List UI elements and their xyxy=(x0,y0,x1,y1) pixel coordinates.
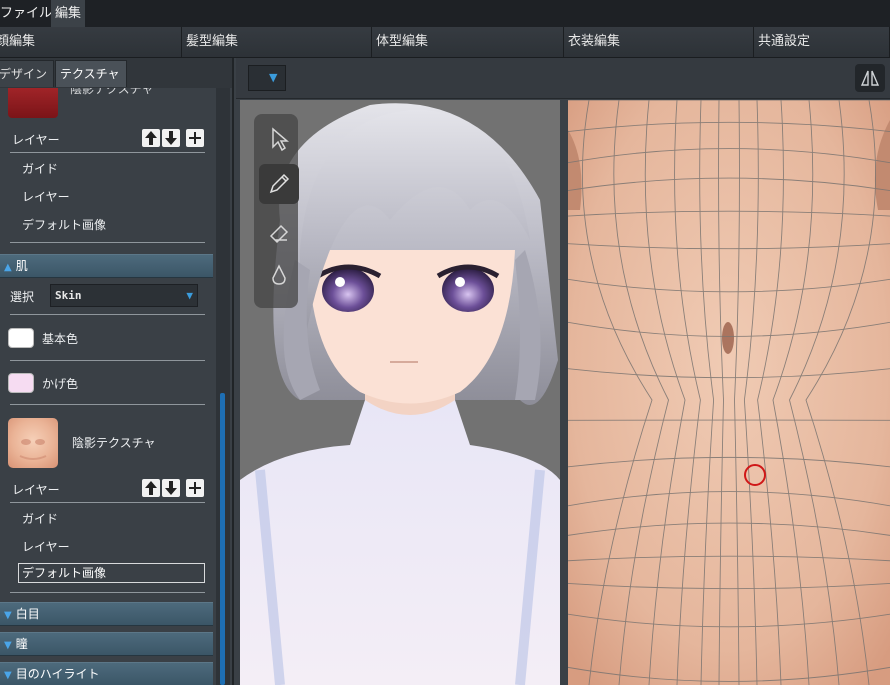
plus-icon[interactable] xyxy=(186,479,204,497)
section-pupil[interactable]: ▼ 瞳 xyxy=(0,632,213,656)
mirror-symmetry-icon[interactable] xyxy=(855,64,885,92)
eraser-icon[interactable] xyxy=(259,212,299,252)
layer-label-top: レイヤー xyxy=(12,133,60,147)
menu-bar: ファイル 編集 xyxy=(0,0,890,27)
select-arrow-icon[interactable] xyxy=(259,119,299,159)
tab-face-edit[interactable]: 顔編集 xyxy=(0,27,182,57)
layer-item-layer-top[interactable]: レイヤー xyxy=(22,188,70,205)
tab-design[interactable]: デザイン xyxy=(0,60,54,87)
menu-edit[interactable]: 編集 xyxy=(51,0,86,27)
base-color-label: 基本色 xyxy=(42,332,79,346)
menu-file[interactable]: ファイル xyxy=(0,0,56,27)
layer-item-guide[interactable]: ガイド xyxy=(22,510,58,527)
section-white-eye[interactable]: ▼ 白目 xyxy=(0,602,213,626)
arrow-up-icon[interactable] xyxy=(142,129,160,147)
arrow-down-icon[interactable] xyxy=(162,479,180,497)
section-eye-highlight-label: 目のハイライト xyxy=(15,667,100,681)
viewport-toolbar: ▼ xyxy=(236,58,890,99)
uv-texture-canvas[interactable] xyxy=(568,100,890,685)
arrow-down-icon[interactable] xyxy=(162,129,180,147)
shading-texture-label: 陰影テクスチャ xyxy=(72,436,156,450)
drawing-tools-palette xyxy=(254,114,299,308)
top-texture-label: 陰影テクスチャ xyxy=(70,88,154,96)
chevron-down-icon: ▼ xyxy=(269,71,278,84)
skin-select[interactable]: Skin ▼ xyxy=(50,284,198,307)
layer-item-guide-top[interactable]: ガイド xyxy=(22,160,58,177)
layer-item-default-top[interactable]: デフォルト画像 xyxy=(22,216,106,233)
scrollbar-thumb[interactable] xyxy=(220,393,225,685)
shading-texture-thumbnail[interactable] xyxy=(8,88,58,118)
uv-mesh-wireframe xyxy=(568,100,890,685)
section-skin[interactable]: ▲ 肌 xyxy=(0,254,213,278)
collapse-icon: ▼ xyxy=(4,610,12,621)
sub-tab-bar: デザイン テクスチャ xyxy=(0,58,232,88)
chevron-down-icon: ▼ xyxy=(186,289,193,302)
eyedropper-icon[interactable] xyxy=(259,256,299,296)
section-pupil-label: 瞳 xyxy=(15,637,28,651)
arrow-up-icon[interactable] xyxy=(142,479,160,497)
pen-icon[interactable] xyxy=(259,164,299,204)
view-mode-dropdown[interactable]: ▼ xyxy=(248,65,286,91)
model-viewport[interactable] xyxy=(240,100,560,685)
panel-scrollbar[interactable] xyxy=(216,88,230,685)
collapse-icon: ▼ xyxy=(4,670,12,681)
layer-label: レイヤー xyxy=(12,483,60,497)
select-label: 選択 xyxy=(10,290,35,304)
texture-scroll-pane: 陰影テクスチャ レイヤー ガイド レイヤー デフォルト画像 ▲ 肌 選択 Skin… xyxy=(0,88,216,685)
collapse-icon: ▼ xyxy=(4,640,12,651)
default-image-input[interactable]: デフォルト画像 xyxy=(18,563,205,583)
shading-texture-thumbnail-skin[interactable] xyxy=(8,418,58,468)
expand-icon: ▲ xyxy=(4,262,12,273)
section-eye-highlight[interactable]: ▼ 目のハイライト xyxy=(0,662,213,685)
tab-common-settings[interactable]: 共通設定 xyxy=(754,27,890,57)
base-color-swatch[interactable] xyxy=(8,328,34,348)
layer-item-layer[interactable]: レイヤー xyxy=(22,538,70,555)
pane-divider[interactable] xyxy=(560,100,568,685)
tab-texture[interactable]: テクスチャ xyxy=(55,60,127,87)
skin-select-value: Skin xyxy=(55,289,82,302)
shadow-color-swatch[interactable] xyxy=(8,373,34,393)
main-tab-bar: 顔編集 髪型編集 体型編集 衣装編集 共通設定 xyxy=(0,27,890,58)
tab-hair-edit[interactable]: 髪型編集 xyxy=(182,27,372,57)
section-white-eye-label: 白目 xyxy=(15,607,40,621)
shadow-color-label: かげ色 xyxy=(42,377,79,391)
texture-panel: デザイン テクスチャ 陰影テクスチャ レイヤー ガイド レイヤー デフォルト画像… xyxy=(0,58,234,685)
tab-costume-edit[interactable]: 衣装編集 xyxy=(564,27,754,57)
tab-body-edit[interactable]: 体型編集 xyxy=(372,27,564,57)
plus-icon[interactable] xyxy=(186,129,204,147)
section-skin-label: 肌 xyxy=(15,259,28,273)
